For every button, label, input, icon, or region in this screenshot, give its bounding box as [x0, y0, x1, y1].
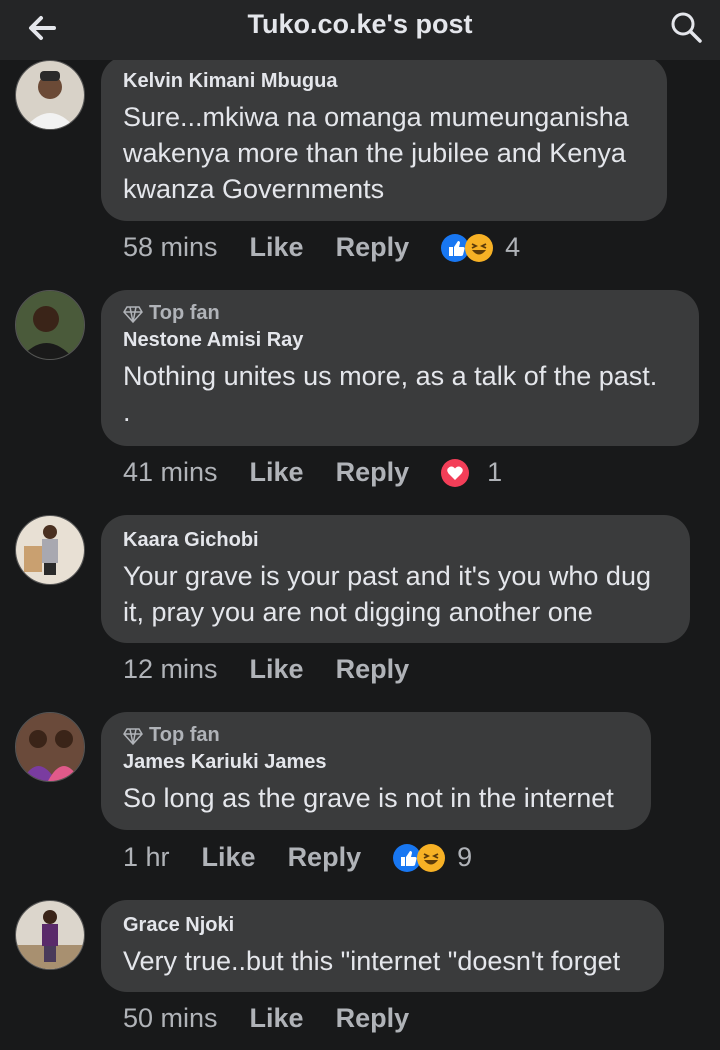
- comment-time: 1 hr: [123, 842, 170, 872]
- reply-button[interactable]: Reply: [288, 842, 362, 873]
- reaction-count: 1: [487, 457, 503, 487]
- comment-text-line: .: [123, 397, 131, 427]
- page-title: Tuko.co.ke's post: [247, 9, 473, 39]
- comment-time: 41 mins: [123, 457, 218, 487]
- reaction-count: 4: [505, 232, 521, 262]
- comment-text: Very true..but this "internet "doesn't f…: [123, 946, 621, 976]
- comment-author[interactable]: Grace Njoki: [123, 914, 642, 937]
- top-fan-badge: Top fan: [123, 302, 677, 325]
- reaction-summary[interactable]: [441, 458, 470, 487]
- comment-actions: 50 mins Like Reply: [123, 1003, 441, 1034]
- comment-actions: 41 mins Like Reply 1: [123, 457, 502, 488]
- comment-time: 50 mins: [123, 1003, 218, 1033]
- avatar[interactable]: [15, 515, 85, 585]
- comment-actions: 1 hr Like Reply 9: [123, 842, 472, 873]
- like-button[interactable]: Like: [250, 1003, 304, 1034]
- like-button[interactable]: Like: [250, 232, 304, 263]
- reply-button[interactable]: Reply: [336, 654, 410, 685]
- top-fan-badge: Top fan: [123, 724, 629, 747]
- haha-icon: [465, 233, 494, 262]
- avatar[interactable]: [15, 290, 85, 360]
- comment-actions: 12 mins Like Reply: [123, 654, 441, 685]
- comment-bubble[interactable]: Top fan James Kariuki James So long as t…: [101, 712, 651, 830]
- comment-text: Sure...mkiwa na omanga mumeunganisha wak…: [123, 102, 629, 204]
- reaction-summary[interactable]: [393, 843, 446, 872]
- avatar[interactable]: [15, 60, 85, 130]
- comment-author[interactable]: James Kariuki James: [123, 751, 629, 774]
- diamond-icon: [123, 727, 143, 745]
- comment-text: Your grave is your past and it's you who…: [123, 561, 651, 627]
- reply-button[interactable]: Reply: [336, 1003, 410, 1034]
- haha-icon: [417, 843, 446, 872]
- reply-button[interactable]: Reply: [336, 232, 410, 263]
- like-button[interactable]: Like: [202, 842, 256, 873]
- comment-text: Nothing unites us more, as a talk of the…: [123, 361, 658, 391]
- comment-bubble[interactable]: Kelvin Kimani Mbugua Sure...mkiwa na oma…: [101, 56, 667, 221]
- comment-bubble[interactable]: Grace Njoki Very true..but this "interne…: [101, 900, 664, 992]
- diamond-icon: [123, 305, 143, 323]
- comment-text: So long as the grave is not in the inter…: [123, 783, 614, 813]
- comment-author[interactable]: Nestone Amisi Ray: [123, 329, 677, 352]
- like-button[interactable]: Like: [250, 457, 304, 488]
- comment-author[interactable]: Kaara Gichobi: [123, 529, 668, 552]
- comment-actions: 58 mins Like Reply 4: [123, 232, 520, 263]
- love-icon: [441, 458, 470, 487]
- avatar[interactable]: [15, 900, 85, 970]
- top-bar: Tuko.co.ke's post: [0, 0, 720, 60]
- top-fan-label: Top fan: [149, 724, 220, 746]
- reply-button[interactable]: Reply: [336, 457, 410, 488]
- reaction-count: 9: [457, 842, 473, 872]
- reaction-summary[interactable]: [441, 233, 494, 262]
- comment-bubble[interactable]: Top fan Nestone Amisi Ray Nothing unites…: [101, 290, 699, 446]
- comment-time: 12 mins: [123, 654, 218, 684]
- comment-bubble[interactable]: Kaara Gichobi Your grave is your past an…: [101, 515, 690, 643]
- comment-time: 58 mins: [123, 232, 218, 262]
- like-button[interactable]: Like: [250, 654, 304, 685]
- comment-author[interactable]: Kelvin Kimani Mbugua: [123, 70, 645, 93]
- top-fan-label: Top fan: [149, 302, 220, 324]
- search-icon[interactable]: [668, 9, 704, 45]
- avatar[interactable]: [15, 712, 85, 782]
